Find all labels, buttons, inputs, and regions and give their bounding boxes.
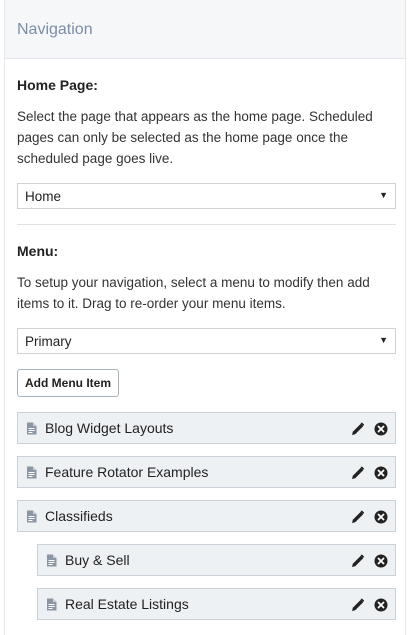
pencil-icon[interactable] [351, 466, 365, 480]
pencil-icon[interactable] [351, 554, 365, 568]
caret-down-icon: ▼ [379, 335, 388, 345]
home-page-description: Select the page that appears as the home… [17, 109, 373, 166]
menu-item-label: Blog Widget Layouts [45, 420, 174, 436]
remove-circle-icon[interactable] [374, 466, 388, 480]
menu-section: Menu: To setup your navigation, select a… [5, 243, 405, 620]
menu-item[interactable]: Classifieds [17, 500, 396, 532]
menu-item-label: Buy & Sell [65, 552, 130, 568]
section-divider [17, 224, 396, 225]
document-icon [26, 422, 37, 435]
pencil-icon[interactable] [351, 510, 365, 524]
add-menu-item-button[interactable]: Add Menu Item [17, 369, 119, 397]
document-icon [26, 466, 37, 479]
menu-item-label: Feature Rotator Examples [45, 464, 209, 480]
panel-title: Navigation [17, 21, 93, 38]
pencil-icon[interactable] [351, 598, 365, 612]
remove-circle-icon[interactable] [374, 554, 388, 568]
home-page-section: Home Page: Select the page that appears … [5, 77, 405, 225]
menu-item-label: Real Estate Listings [65, 596, 189, 612]
menu-select-value: Primary [25, 334, 72, 349]
remove-circle-icon[interactable] [374, 422, 388, 436]
pencil-icon[interactable] [351, 422, 365, 436]
menu-item[interactable]: Buy & Sell [37, 544, 396, 576]
navigation-panel: Navigation Home Page: Select the page th… [4, 0, 406, 635]
document-icon [26, 510, 37, 523]
menu-item[interactable]: Feature Rotator Examples [17, 456, 396, 488]
menu-description: To setup your navigation, select a menu … [17, 275, 370, 311]
document-icon [46, 598, 57, 611]
menu-item[interactable]: Real Estate Listings [37, 588, 396, 620]
document-icon [46, 554, 57, 567]
menu-label: Menu: [17, 243, 59, 259]
menu-item[interactable]: Blog Widget Layouts [17, 412, 396, 444]
home-page-select-value: Home [25, 189, 62, 204]
menu-item-label: Classifieds [45, 508, 113, 524]
home-page-label: Home Page: [17, 77, 98, 93]
caret-down-icon: ▼ [379, 190, 388, 200]
remove-circle-icon[interactable] [374, 598, 388, 612]
menu-item-list: Blog Widget Layouts Feature Rotator Examp… [17, 412, 396, 620]
remove-circle-icon[interactable] [374, 510, 388, 524]
home-page-select[interactable]: Home ▼ [17, 183, 396, 209]
panel-header: Navigation [5, 0, 405, 59]
menu-select[interactable]: Primary ▼ [17, 328, 396, 354]
